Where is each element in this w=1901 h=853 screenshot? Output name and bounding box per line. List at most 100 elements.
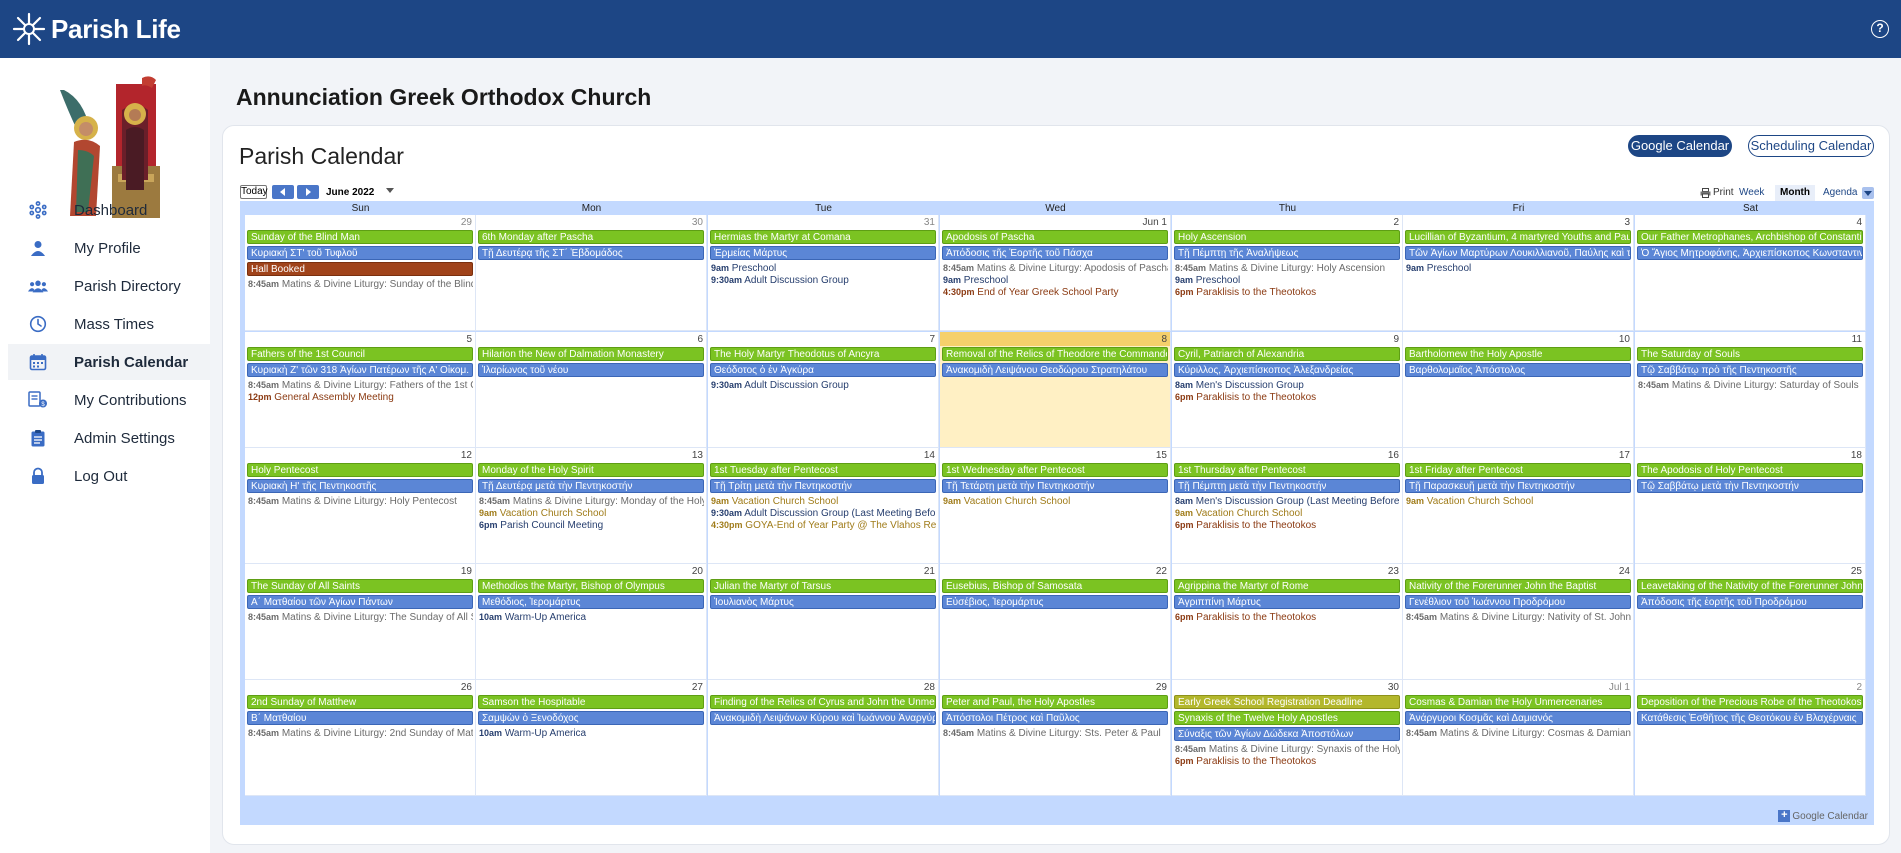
- timed-event[interactable]: 8am Men's Discussion Group: [1175, 379, 1400, 391]
- calendar-day-cell[interactable]: 21 Julian the Martyr of Tarsus Ἰουλιανὸς Μ…: [708, 564, 939, 680]
- calendar-day-cell[interactable]: 2 Deposition of the Precious Robe of the …: [1635, 680, 1866, 796]
- prev-month-button[interactable]: [272, 185, 294, 199]
- all-day-event[interactable]: Monday of the Holy Spirit: [478, 463, 704, 477]
- all-day-event[interactable]: 1st Thursday after Pentecost: [1174, 463, 1400, 477]
- timed-event[interactable]: 8:45am Matins & Divine Liturgy: Nativity…: [1406, 611, 1631, 623]
- calendar-day-cell[interactable]: 27 Samson the Hospitable Σαμψὼν ὁ Ξενοδόχο…: [476, 680, 707, 796]
- all-day-event[interactable]: Ἀγριππίνη Μάρτυς: [1174, 595, 1400, 609]
- timed-event[interactable]: 9am Vacation Church School: [711, 495, 936, 507]
- google-calendar-logo[interactable]: + Google Calendar: [1778, 810, 1868, 822]
- all-day-event[interactable]: 1st Wednesday after Pentecost: [942, 463, 1168, 477]
- calendar-day-cell[interactable]: 20 Methodios the Martyr, Bishop of Olympu…: [476, 564, 707, 680]
- sidebar-item-my-contributions[interactable]: $ My Contributions: [8, 382, 210, 418]
- all-day-event[interactable]: Peter and Paul, the Holy Apostles: [942, 695, 1168, 709]
- day-number[interactable]: 22: [1156, 566, 1167, 577]
- help-button[interactable]: ?: [1871, 20, 1889, 38]
- all-day-event[interactable]: Lucillian of Byzantium, 4 martyred Youth…: [1405, 230, 1631, 244]
- view-dropdown-button[interactable]: [1862, 187, 1874, 199]
- all-day-event[interactable]: Α΄ Ματθαίου τῶν Ἁγίων Πάντων: [247, 595, 473, 609]
- all-day-event[interactable]: The Saturday of Souls: [1637, 347, 1863, 361]
- all-day-event[interactable]: Holy Pentecost: [247, 463, 473, 477]
- sidebar-item-my-profile[interactable]: My Profile: [8, 230, 210, 266]
- day-number[interactable]: 4: [1856, 217, 1862, 228]
- all-day-event[interactable]: The Apodosis of Holy Pentecost: [1637, 463, 1863, 477]
- calendar-day-cell[interactable]: 13 Monday of the Holy Spirit Τῇ Δευτέρᾳ με…: [476, 448, 707, 564]
- all-day-event[interactable]: Ὁ Ἅγιος Μητροφάνης, Ἀρχιεπίσκοπος Κωνστα…: [1637, 246, 1863, 260]
- day-number[interactable]: 29: [1156, 682, 1167, 693]
- all-day-event[interactable]: Τῇ Πέμπτῃ μετὰ τὴν Πεντηκοστήν: [1174, 479, 1400, 493]
- all-day-event[interactable]: Removal of the Relics of Theodore the Co…: [942, 347, 1168, 361]
- all-day-event[interactable]: Τῶν Ἁγίων Μαρτύρων Λουκιλλιανοῦ, Παύλης …: [1405, 246, 1631, 260]
- timed-event[interactable]: 9:30am Adult Discussion Group (Last Meet…: [711, 507, 936, 519]
- calendar-day-cell[interactable]: 18 The Apodosis of Holy Pentecost Τῷ Σαββά…: [1635, 448, 1866, 564]
- all-day-event[interactable]: 1st Friday after Pentecost: [1405, 463, 1631, 477]
- all-day-event[interactable]: Γενέθλιον τοῦ Ἰωάννου Προδρόμου: [1405, 595, 1631, 609]
- timed-event[interactable]: 12pm General Assembly Meeting: [248, 391, 473, 403]
- calendar-day-cell[interactable]: 29 Peter and Paul, the Holy Apostles Ἀπόστ…: [940, 680, 1171, 796]
- day-number[interactable]: 30: [692, 217, 703, 228]
- timed-event[interactable]: 6pm Paraklisis to the Theotokos: [1175, 611, 1400, 623]
- all-day-event[interactable]: The Sunday of All Saints: [247, 579, 473, 593]
- all-day-event[interactable]: Τῇ Τρίτῃ μετὰ τὴν Πεντηκοστήν: [710, 479, 936, 493]
- day-number[interactable]: 5: [466, 334, 472, 345]
- day-number[interactable]: 2: [1393, 217, 1399, 228]
- calendar-day-cell[interactable]: 5 Fathers of the 1st Council Κυριακὴ Ζ' τῶ…: [245, 332, 476, 448]
- all-day-event[interactable]: Κύριλλος, Ἀρχιεπίσκοπος Ἀλεξανδρείας: [1174, 363, 1400, 377]
- all-day-event[interactable]: Early Greek School Registration Deadline: [1174, 695, 1400, 709]
- day-number[interactable]: 12: [461, 450, 472, 461]
- calendar-day-cell[interactable]: 14 1st Tuesday after Pentecost Τῇ Τρίτῃ με…: [708, 448, 939, 564]
- timed-event[interactable]: 9am Vacation Church School: [479, 507, 704, 519]
- tab-month[interactable]: Month: [1775, 185, 1815, 201]
- calendar-day-cell[interactable]: 26 2nd Sunday of Matthew Β΄ Ματθαίου 8:45am…: [245, 680, 476, 796]
- sidebar-item-parish-directory[interactable]: Parish Directory: [8, 268, 210, 304]
- timed-event[interactable]: 6pm Paraklisis to the Theotokos: [1175, 391, 1400, 403]
- day-number[interactable]: 15: [1156, 450, 1167, 461]
- calendar-day-cell[interactable]: 10 Bartholomew the Holy Apostle Βαρθολομαῖ…: [1403, 332, 1634, 448]
- calendar-day-cell[interactable]: 23 Agrippina the Martyr of Rome Ἀγριππίνη …: [1172, 564, 1403, 680]
- timed-event[interactable]: 8:45am Matins & Divine Liturgy: The Sund…: [248, 611, 473, 623]
- day-number[interactable]: 9: [1393, 334, 1399, 345]
- timed-event[interactable]: 9am Vacation Church School: [1175, 507, 1400, 519]
- all-day-event[interactable]: Θεόδοτος ὁ ἐν Ἀγκύρα: [710, 363, 936, 377]
- today-button[interactable]: Today: [240, 185, 268, 199]
- calendar-day-cell[interactable]: 9 Cyril, Patriarch of Alexandria Κύριλλος,…: [1172, 332, 1403, 448]
- all-day-event[interactable]: Τῇ Παρασκευῇ μετὰ τὴν Πεντηκοστήν: [1405, 479, 1631, 493]
- timed-event[interactable]: 8:45am Matins & Divine Liturgy: Holy Pen…: [248, 495, 473, 507]
- all-day-event[interactable]: Hermias the Martyr at Comana: [710, 230, 936, 244]
- calendar-day-cell[interactable]: 24 Nativity of the Forerunner John the Ba…: [1403, 564, 1634, 680]
- timed-event[interactable]: 9am Vacation Church School: [943, 495, 1168, 507]
- all-day-event[interactable]: Ἀνάργυροι Κοσμᾶς καὶ Δαμιανός: [1405, 711, 1631, 725]
- all-day-event[interactable]: Τῇ Τετάρτῃ μετὰ τὴν Πεντηκοστήν: [942, 479, 1168, 493]
- timed-event[interactable]: 10am Warm-Up America: [479, 611, 704, 623]
- calendar-day-cell[interactable]: 19 The Sunday of All Saints Α΄ Ματθαίου τῶ…: [245, 564, 476, 680]
- day-number[interactable]: 16: [1388, 450, 1399, 461]
- day-number[interactable]: 18: [1851, 450, 1862, 461]
- day-number[interactable]: 14: [924, 450, 935, 461]
- day-number[interactable]: 7: [929, 334, 935, 345]
- day-number[interactable]: 31: [924, 217, 935, 228]
- all-day-event[interactable]: Nativity of the Forerunner John the Bapt…: [1405, 579, 1631, 593]
- calendar-day-cell[interactable]: Jun 1 Apodosis of Pascha Ἀπόδοσις τῆς Ἑορτ…: [940, 215, 1171, 331]
- calendar-day-cell[interactable]: 16 1st Thursday after Pentecost Τῇ Πέμπτῃ …: [1172, 448, 1403, 564]
- all-day-event[interactable]: Βαρθολομαῖος Ἀπόστολος: [1405, 363, 1631, 377]
- timed-event[interactable]: 8:45am Matins & Divine Liturgy: Synaxis …: [1175, 743, 1400, 755]
- all-day-event[interactable]: Σαμψὼν ὁ Ξενοδόχος: [478, 711, 704, 725]
- all-day-event[interactable]: Κατάθεσις Ἐσθῆτος τῆς Θεοτόκου ἐν Βλαχέρ…: [1637, 711, 1863, 725]
- all-day-event[interactable]: Apodosis of Pascha: [942, 230, 1168, 244]
- all-day-event[interactable]: Τῇ Πέμπτῃ τῆς Ἀναλήψεως: [1174, 246, 1400, 260]
- calendar-day-cell[interactable]: 30 6th Monday after Pascha Τῇ Δευτέρᾳ τῆς …: [476, 215, 707, 331]
- all-day-event[interactable]: Eusebius, Bishop of Samosata: [942, 579, 1168, 593]
- all-day-event[interactable]: Synaxis of the Twelve Holy Apostles: [1174, 711, 1400, 725]
- all-day-event[interactable]: Τῇ Δευτέρᾳ τῆς ΣΤ΄ Ἑβδομάδος: [478, 246, 704, 260]
- all-day-event[interactable]: Κυριακή ΣΤ' τοῦ Τυφλοῦ: [247, 246, 473, 260]
- all-day-event[interactable]: Fathers of the 1st Council: [247, 347, 473, 361]
- all-day-event[interactable]: Ἑρμείας Μάρτυς: [710, 246, 936, 260]
- all-day-event[interactable]: Β΄ Ματθαίου: [247, 711, 473, 725]
- all-day-event[interactable]: Τῷ Σαββάτῳ πρὸ τῆς Πεντηκοστῆς: [1637, 363, 1863, 377]
- timed-event[interactable]: 8:45am Matins & Divine Liturgy: 2nd Sund…: [248, 727, 473, 739]
- all-day-event[interactable]: Julian the Martyr of Tarsus: [710, 579, 936, 593]
- day-number[interactable]: 6: [697, 334, 703, 345]
- all-day-event[interactable]: Our Father Metrophanes, Archbishop of Co…: [1637, 230, 1863, 244]
- tab-agenda[interactable]: Agenda: [1818, 185, 1862, 201]
- all-day-event[interactable]: Ἀνακομιδὴ Λειψάνων Κύρου καὶ Ἰωάννου Ἀνα…: [710, 711, 936, 725]
